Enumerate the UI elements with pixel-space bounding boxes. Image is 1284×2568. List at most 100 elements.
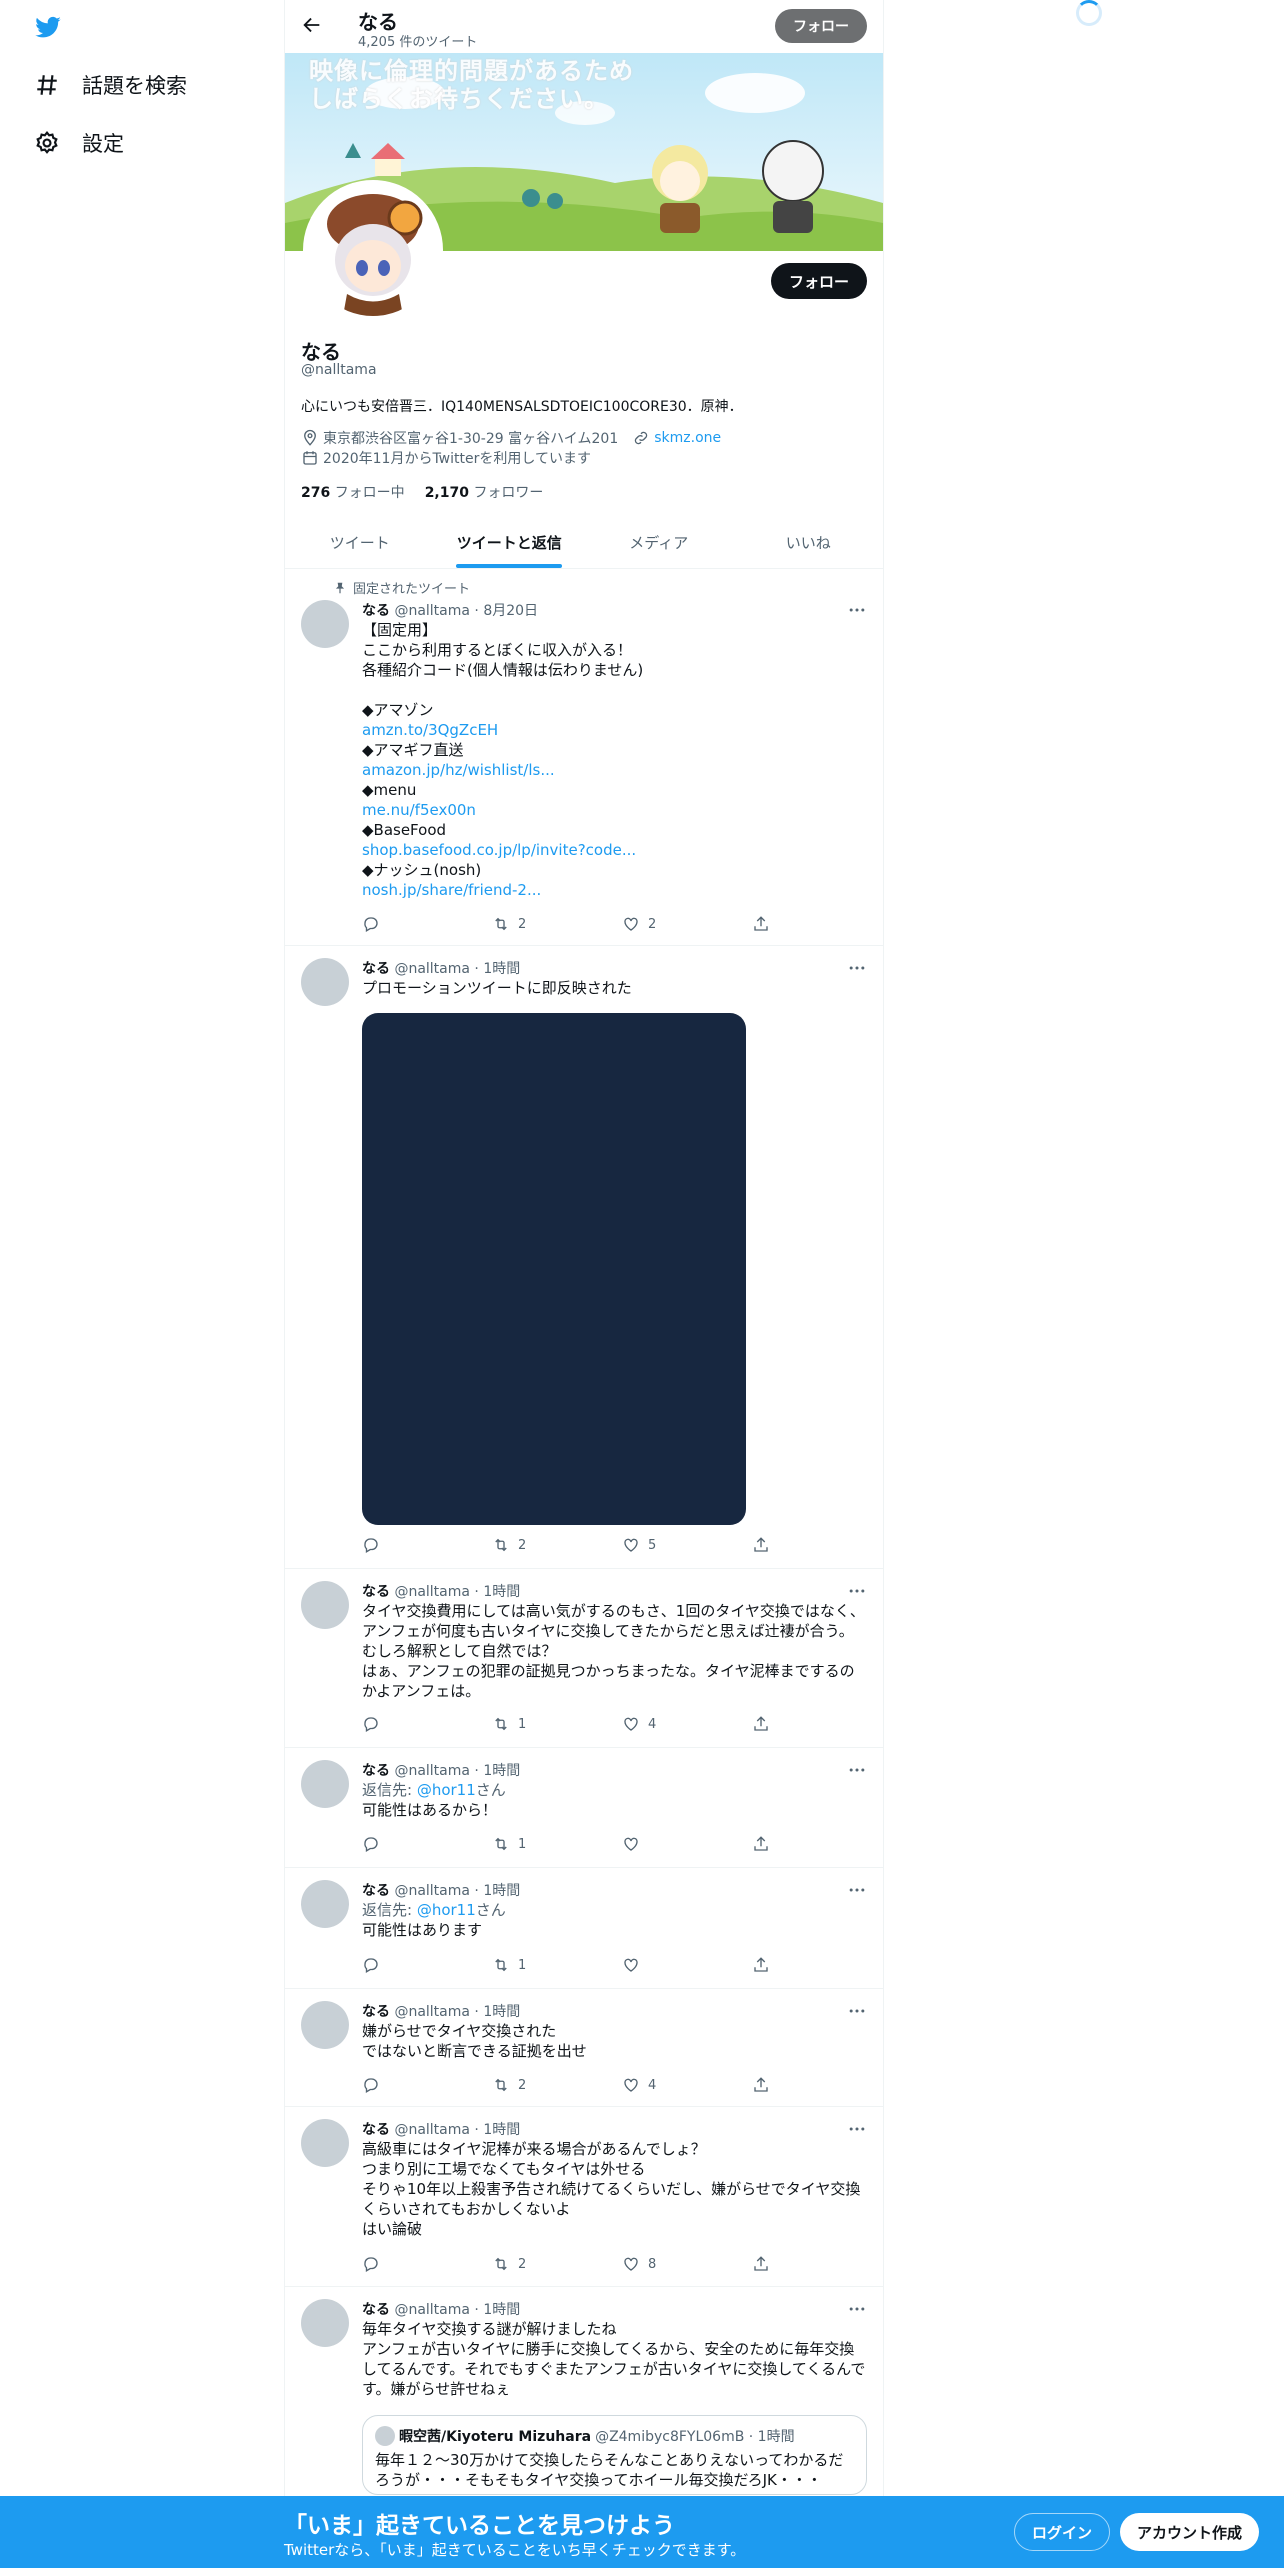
- profile-name: なる: [301, 340, 341, 364]
- reply-button[interactable]: [362, 1955, 492, 1975]
- share-button[interactable]: [752, 1714, 802, 1734]
- tweet-item[interactable]: なる @nalltama · 1時間 返信先: @hor11さん 可能性はありま…: [285, 1868, 883, 1989]
- tweet-header: なる @nalltama · 1時間: [362, 1760, 867, 1780]
- quoted-meta: @Z4mibyc8FYL06mB · 1時間: [595, 2429, 795, 2445]
- tweet-line: ◆menu: [362, 781, 417, 799]
- tab-tweets-and-replies[interactable]: ツイートと返信: [435, 516, 585, 568]
- share-button[interactable]: [752, 1535, 802, 1555]
- reply-button[interactable]: [362, 2075, 492, 2095]
- following-stat[interactable]: 276 フォロー中: [301, 482, 405, 502]
- retweet-count: 2: [518, 1537, 527, 1553]
- reply-icon: [362, 1835, 380, 1853]
- tweet-meta[interactable]: @nalltama · 1時間: [394, 1883, 520, 1899]
- profile-website-link[interactable]: skmz.one: [654, 430, 721, 446]
- tweet-meta[interactable]: @nalltama · 1時間: [394, 2122, 520, 2138]
- twitter-logo-icon[interactable]: [32, 14, 64, 42]
- tweet-avatar[interactable]: [301, 2119, 349, 2167]
- reply-button[interactable]: [362, 2254, 492, 2274]
- banner-text: 映像に倫理的問題があるため しばらくお待ちください。: [309, 57, 634, 113]
- like-button[interactable]: 4: [622, 2075, 752, 2095]
- share-button[interactable]: [752, 2254, 802, 2274]
- tweet-avatar[interactable]: [301, 2299, 349, 2347]
- tweet-author-name[interactable]: なる: [362, 2004, 390, 2020]
- like-button[interactable]: [622, 1834, 752, 1854]
- tweet-avatar[interactable]: [301, 1880, 349, 1928]
- followers-stat[interactable]: 2,170 フォロワー: [425, 482, 544, 502]
- like-button[interactable]: 4: [622, 1714, 752, 1734]
- tweet-avatar[interactable]: [301, 600, 349, 648]
- reply-to-handle[interactable]: @hor11: [417, 1901, 476, 1919]
- share-button[interactable]: [752, 2075, 802, 2095]
- tweet-link[interactable]: amzn.to/3QgZcEH: [362, 721, 498, 739]
- tweet-meta[interactable]: @nalltama · 1時間: [394, 1584, 520, 1600]
- nav-settings[interactable]: 設定: [34, 128, 124, 158]
- signup-button[interactable]: アカウント作成: [1120, 2513, 1260, 2551]
- tweet-meta[interactable]: @nalltama · 1時間: [394, 2302, 520, 2318]
- tweet-line: ◆アマゾン: [362, 701, 434, 719]
- tweet-author-name[interactable]: なる: [362, 2302, 390, 2318]
- like-button[interactable]: 2: [622, 914, 752, 934]
- share-button[interactable]: [752, 1955, 802, 1975]
- reply-icon: [362, 2076, 380, 2094]
- like-button[interactable]: [622, 1955, 752, 1975]
- profile-location: 東京都渋谷区富ヶ谷1-30-29 富ヶ谷ハイム201: [323, 431, 619, 447]
- tweet-link[interactable]: amazon.jp/hz/wishlist/ls...: [362, 761, 555, 779]
- tweet-meta[interactable]: @nalltama · 1時間: [394, 2004, 520, 2020]
- retweet-button[interactable]: 1: [492, 1834, 622, 1854]
- tweet-meta[interactable]: @nalltama · 1時間: [394, 1763, 520, 1779]
- retweet-button[interactable]: 1: [492, 1955, 622, 1975]
- reply-button[interactable]: [362, 1535, 492, 1555]
- tweet-item[interactable]: なる @nalltama · 1時間 嫌がらせでタイヤ交換された ではないと断言…: [285, 1989, 883, 2107]
- retweet-button[interactable]: 2: [492, 2075, 622, 2095]
- tweet-item[interactable]: なる @nalltama · 1時間 返信先: @hor11さん 可能性はあるか…: [285, 1748, 883, 1868]
- like-button[interactable]: 8: [622, 2254, 752, 2274]
- tweet-author-name[interactable]: なる: [362, 1584, 390, 1600]
- reply-button[interactable]: [362, 1834, 492, 1854]
- tweet-meta[interactable]: @nalltama · 1時間: [394, 961, 520, 977]
- tweet-avatar[interactable]: [301, 1760, 349, 1808]
- tweet-author-name[interactable]: なる: [362, 1763, 390, 1779]
- profile-avatar[interactable]: [303, 180, 443, 320]
- retweet-button[interactable]: 1: [492, 1714, 622, 1734]
- tweet-link[interactable]: shop.basefood.co.jp/lp/invite?code...: [362, 841, 636, 859]
- tweet-item[interactable]: 固定されたツイート なる @nalltama · 8月20日 【固定用】 ここから…: [285, 570, 883, 946]
- tab-likes[interactable]: いいね: [734, 516, 884, 568]
- tweet-meta[interactable]: @nalltama · 8月20日: [394, 603, 538, 619]
- tweet-avatar[interactable]: [301, 958, 349, 1006]
- share-button[interactable]: [752, 1834, 802, 1854]
- tweet-author-name[interactable]: なる: [362, 2122, 390, 2138]
- back-arrow-icon[interactable]: [301, 14, 323, 36]
- reply-to-handle[interactable]: @hor11: [417, 1781, 476, 1799]
- signup-bottom-bar: 「いま」起きていることを見つけよう Twitterなら、「いま」起きていることを…: [0, 2496, 1284, 2568]
- tweet-avatar[interactable]: [301, 2001, 349, 2049]
- tweet-author-name[interactable]: なる: [362, 1883, 390, 1899]
- tweet-media[interactable]: [362, 1013, 746, 1525]
- signup-bar-title: 「いま」起きていることを見つけよう: [284, 2513, 675, 2539]
- login-button[interactable]: ログイン: [1014, 2513, 1111, 2551]
- quoted-tweet[interactable]: 暇空茜/Kiyoteru Mizuhara @Z4mibyc8FYL06mB ·…: [362, 2415, 867, 2495]
- tweet-link[interactable]: nosh.jp/share/friend-2...: [362, 881, 541, 899]
- tweet-author-name[interactable]: なる: [362, 603, 390, 619]
- tweet-author-name[interactable]: なる: [362, 961, 390, 977]
- tweet-item[interactable]: なる @nalltama · 1時間 プロモーションツイートに即反映された 2 …: [285, 946, 883, 1569]
- share-icon: [752, 1536, 770, 1554]
- follow-button[interactable]: フォロー: [770, 263, 867, 299]
- tab-tweets[interactable]: ツイート: [285, 516, 435, 568]
- tweet-link[interactable]: me.nu/f5ex00n: [362, 801, 476, 819]
- tweet-header: なる @nalltama · 8月20日: [362, 600, 867, 620]
- tweet-header: なる @nalltama · 1時間: [362, 2001, 867, 2021]
- retweet-button[interactable]: 2: [492, 1535, 622, 1555]
- nav-explore[interactable]: 話題を検索: [34, 70, 187, 100]
- retweet-button[interactable]: 2: [492, 2254, 622, 2274]
- reply-button[interactable]: [362, 1714, 492, 1734]
- tweet-avatar[interactable]: [301, 1581, 349, 1629]
- header-follow-button[interactable]: フォロー: [775, 9, 867, 43]
- share-button[interactable]: [752, 914, 802, 934]
- retweet-button[interactable]: 2: [492, 914, 622, 934]
- tweet-item[interactable]: なる @nalltama · 1時間 タイヤ交換費用にしては高い気がするのもさ、…: [285, 1569, 883, 1748]
- like-button[interactable]: 5: [622, 1535, 752, 1555]
- reply-button[interactable]: [362, 914, 492, 934]
- tab-media[interactable]: メディア: [584, 516, 734, 568]
- retweet-icon: [492, 1835, 510, 1853]
- tweet-item[interactable]: なる @nalltama · 1時間 高級車にはタイヤ泥棒が来る場合があるんでし…: [285, 2107, 883, 2287]
